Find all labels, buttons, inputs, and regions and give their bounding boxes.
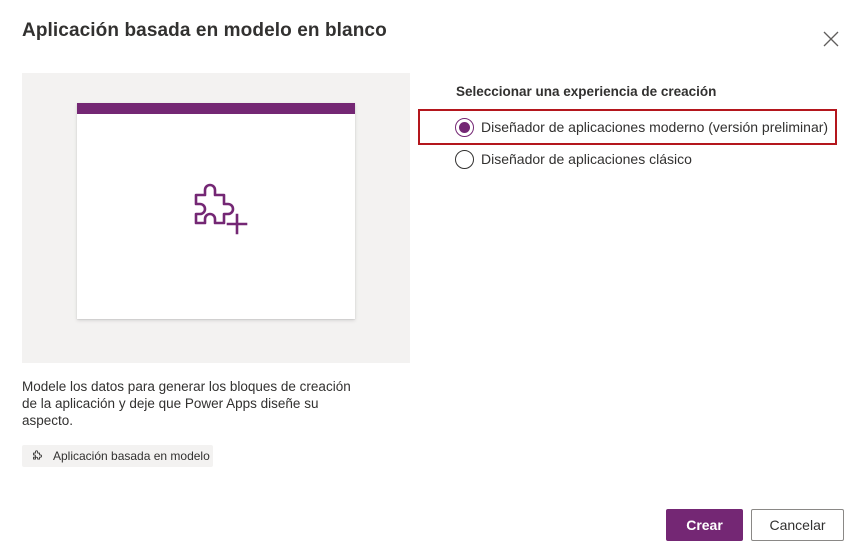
create-button[interactable]: Crear: [666, 509, 743, 541]
puzzle-add-icon: [194, 183, 248, 235]
radio-button-unchecked[interactable]: [455, 149, 474, 169]
close-icon: [823, 31, 839, 47]
app-type-tag: Aplicación basada en modelo: [22, 445, 213, 467]
preview-card: [77, 103, 355, 319]
radio-classic-designer-label: Diseñador de aplicaciones clásico: [481, 151, 692, 167]
app-description: Modele los datos para generar los bloque…: [22, 379, 351, 428]
close-button[interactable]: [818, 26, 844, 52]
experience-label: Seleccionar una experiencia de creación: [456, 84, 717, 99]
radio-button-checked[interactable]: [455, 117, 474, 137]
preview-panel: [22, 73, 410, 363]
radio-modern-designer[interactable]: Diseñador de aplicaciones moderno (versi…: [455, 116, 828, 138]
preview-card-header: [77, 103, 355, 114]
dialog-title: Aplicación basada en modelo en blanco: [22, 20, 387, 41]
puzzle-icon: [33, 449, 42, 460]
radio-modern-designer-label: Diseñador de aplicaciones moderno (versi…: [481, 119, 829, 135]
create-app-dialog: Aplicación basada en modelo en blanco Mo…: [0, 0, 866, 551]
cancel-button[interactable]: Cancelar: [751, 509, 844, 541]
radio-classic-designer[interactable]: Diseñador de aplicaciones clásico: [455, 148, 692, 170]
app-type-tag-label: Aplicación basada en modelo: [53, 449, 210, 463]
